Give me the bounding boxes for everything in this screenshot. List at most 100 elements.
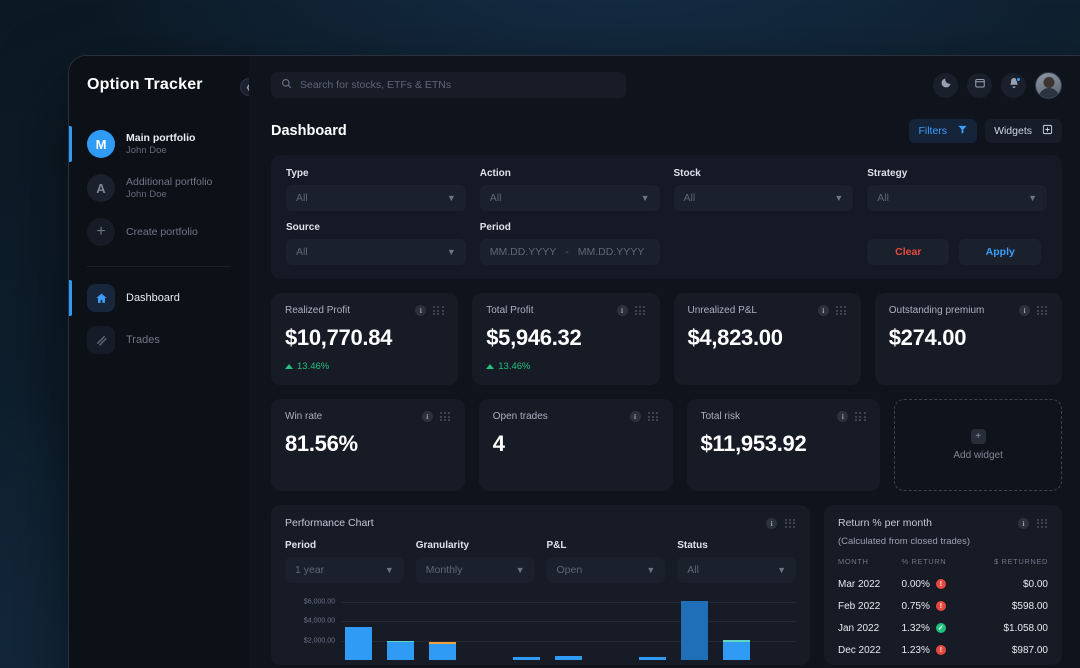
chart-period-select[interactable]: 1 year ▼ <box>285 557 404 583</box>
apply-button[interactable]: Apply <box>959 239 1041 265</box>
filter-period-range[interactable]: MM.DD.YYYY - MM.DD.YYYY <box>480 239 660 265</box>
page-header: Dashboard Filters Widgets <box>271 114 1062 148</box>
search-input[interactable]: Search for stocks, ETFs & ETNs <box>271 72 626 98</box>
filter-stock-label: Stock <box>674 168 854 179</box>
kpi-card-outstanding-premium[interactable]: Outstanding premium i $274.00 <box>875 293 1062 385</box>
chart-status-value: All <box>687 564 699 576</box>
kpi-value: $10,770.84 <box>285 325 444 351</box>
widgets-button[interactable]: Widgets <box>985 119 1062 143</box>
return-panel-subtitle: (Calculated from closed trades) <box>838 536 1048 547</box>
avatar[interactable] <box>1035 72 1062 99</box>
drag-handle-icon[interactable] <box>440 412 451 421</box>
chart-bar[interactable] <box>723 640 750 660</box>
chart-granularity-label: Granularity <box>416 540 535 551</box>
clear-button[interactable]: Clear <box>867 239 949 265</box>
info-icon[interactable]: i <box>617 305 628 316</box>
info-icon[interactable]: i <box>415 305 426 316</box>
calendar-button[interactable] <box>967 73 992 98</box>
create-portfolio-button[interactable]: + Create portfolio <box>69 210 249 254</box>
table-row[interactable]: Dec 20221.23%!$987.00 <box>838 639 1048 661</box>
chart-filter-period: Period 1 year ▼ <box>285 540 404 583</box>
sidebar-item-dashboard[interactable]: Dashboard <box>69 277 249 319</box>
kpi-value: $5,946.32 <box>486 325 645 351</box>
filter-period-label: Period <box>480 222 660 233</box>
filter-type: Type All ▼ <box>286 168 466 211</box>
cell-pct-return: 1.23%! <box>902 639 968 661</box>
portfolio-item-additional[interactable]: A Additional portfoliо John Doe <box>69 166 249 210</box>
chart-bar[interactable] <box>387 641 414 660</box>
filter-strategy-label: Strategy <box>867 168 1047 179</box>
filter-action-select[interactable]: All ▼ <box>480 185 660 211</box>
kpi-card-realized-profit[interactable]: Realized Profit i $10,770.84 13.46% <box>271 293 458 385</box>
chart-bar-segment-main <box>555 656 582 660</box>
kpi-card-total-risk[interactable]: Total risk i $11,953.92 <box>687 399 881 491</box>
add-widget-button[interactable]: + Add widget <box>894 399 1062 491</box>
portfolio-name: Main portfoliо <box>126 131 195 145</box>
chart-bar-segment-main <box>387 642 414 660</box>
returns-table: MONTH % RETURN $ RETURNED Mar 20220.00%!… <box>838 557 1048 661</box>
chart-bar[interactable] <box>639 657 666 660</box>
filter-stock-select[interactable]: All ▼ <box>674 185 854 211</box>
cell-dollar-returned: $987.00 <box>968 639 1048 661</box>
main-area: Search for stocks, ETFs & ETNs <box>249 56 1080 668</box>
theme-toggle-button[interactable] <box>933 73 958 98</box>
plus-icon: + <box>87 218 115 246</box>
chart-bar[interactable] <box>513 657 540 660</box>
chart-bars <box>345 592 792 660</box>
kpi-card-win-rate[interactable]: Win rate i 81.56% <box>271 399 465 491</box>
add-widget-label: Add widget <box>953 450 1002 461</box>
portfolio-item-main[interactable]: M Main portfoliо John Doe <box>69 122 249 166</box>
chart-status-select[interactable]: All ▼ <box>677 557 796 583</box>
period-from-input[interactable]: MM.DD.YYYY <box>490 246 557 258</box>
info-icon[interactable]: i <box>1018 518 1029 529</box>
filter-source-select[interactable]: All ▼ <box>286 239 466 265</box>
drag-handle-icon[interactable] <box>648 412 659 421</box>
drag-handle-icon[interactable] <box>1037 306 1048 315</box>
chart-bar[interactable] <box>681 601 708 660</box>
kpi-delta-value: 13.46% <box>297 361 329 372</box>
sidebar-item-trades[interactable]: Trades <box>69 319 249 361</box>
chevron-down-icon: ▼ <box>385 565 394 575</box>
kpi-card-total-profit[interactable]: Total Profit i $5,946.32 13.46% <box>472 293 659 385</box>
drag-handle-icon[interactable] <box>785 519 796 528</box>
return-per-month-panel: Return % per month i (Calculated from cl… <box>824 505 1062 665</box>
info-icon[interactable]: i <box>837 411 848 422</box>
active-indicator <box>69 126 72 162</box>
trades-icon <box>87 326 115 354</box>
filter-type-select[interactable]: All ▼ <box>286 185 466 211</box>
topbar-actions <box>933 72 1062 99</box>
table-row[interactable]: Mar 20220.00%!$0.00 <box>838 573 1048 595</box>
table-row[interactable]: Jan 20221.32%✓$1.058.00 <box>838 617 1048 639</box>
info-icon[interactable]: i <box>630 411 641 422</box>
kpi-card-unrealized-pl[interactable]: Unrealized P&L i $4,823.00 <box>674 293 861 385</box>
info-icon[interactable]: i <box>422 411 433 422</box>
filters-button[interactable]: Filters <box>909 119 977 143</box>
performance-bar-chart[interactable]: $6,000.00 $4,000.00 $2,000.00 <box>285 592 796 660</box>
info-icon[interactable]: i <box>766 518 777 529</box>
period-to-input[interactable]: MM.DD.YYYY <box>578 246 645 258</box>
cell-dollar-returned: $0.00 <box>968 573 1048 595</box>
drag-handle-icon[interactable] <box>433 306 444 315</box>
chart-pl-select[interactable]: Open ▼ <box>547 557 666 583</box>
info-icon[interactable]: i <box>818 305 829 316</box>
drag-handle-icon[interactable] <box>836 306 847 315</box>
alert-icon: ! <box>936 645 946 655</box>
chart-bar[interactable] <box>429 642 456 660</box>
info-icon[interactable]: i <box>1019 305 1030 316</box>
chart-y-tick-label: $2,000.00 <box>285 637 335 644</box>
table-row[interactable]: Feb 20220.75%!$598.00 <box>838 595 1048 617</box>
chart-y-tick-label: $6,000.00 <box>285 598 335 605</box>
chart-granularity-select[interactable]: Monthly ▼ <box>416 557 535 583</box>
chart-y-tick-label: $4,000.00 <box>285 618 335 625</box>
notifications-button[interactable] <box>1001 73 1026 98</box>
drag-handle-icon[interactable] <box>855 412 866 421</box>
chart-bar[interactable] <box>345 627 372 661</box>
chart-bar[interactable] <box>555 656 582 660</box>
drag-handle-icon[interactable] <box>1037 519 1048 528</box>
portfolio-avatar: A <box>87 174 115 202</box>
kpi-card-open-trades[interactable]: Open trades i 4 <box>479 399 673 491</box>
chart-bar-segment-main <box>513 657 540 660</box>
page-header-actions: Filters Widgets <box>909 119 1062 143</box>
drag-handle-icon[interactable] <box>635 306 646 315</box>
filter-strategy-select[interactable]: All ▼ <box>867 185 1047 211</box>
